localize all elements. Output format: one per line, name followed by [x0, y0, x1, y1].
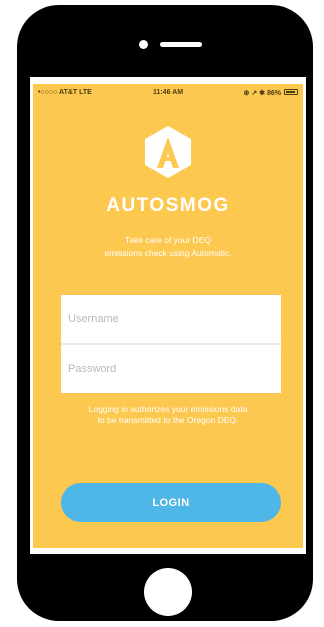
camera-icon — [139, 40, 148, 49]
username-input[interactable] — [61, 295, 281, 343]
disclaimer-line-1: Logging in authorizes your emissions dat… — [88, 404, 248, 414]
autosmog-logo-icon — [145, 126, 191, 178]
brand-title: AUTOSMOG — [106, 195, 230, 216]
disclaimer-text: Logging in authorizes your emissions dat… — [33, 404, 303, 426]
speaker-icon — [160, 42, 202, 47]
tagline: Take care of your DEQ emissions check us… — [33, 234, 303, 260]
tagline-line-2: emissions check using Automatic. — [104, 248, 232, 258]
disclaimer-line-2: to be transmitted to the Oregon DEQ. — [97, 415, 239, 425]
battery-icon — [284, 89, 298, 95]
app-screen: •○○○○ AT&T LTE 11:46 AM ⊕ ↗ ✱ 86% AUTOSM… — [33, 84, 303, 548]
login-button[interactable]: LOGIN — [61, 483, 281, 522]
battery-fill — [286, 91, 295, 93]
status-indicators: ⊕ ↗ ✱ 86% — [243, 90, 281, 97]
status-bar: •○○○○ AT&T LTE 11:46 AM ⊕ ↗ ✱ 86% — [33, 84, 303, 102]
home-button[interactable] — [144, 568, 192, 616]
password-input[interactable] — [61, 345, 281, 393]
tagline-line-1: Take care of your DEQ — [125, 235, 211, 245]
